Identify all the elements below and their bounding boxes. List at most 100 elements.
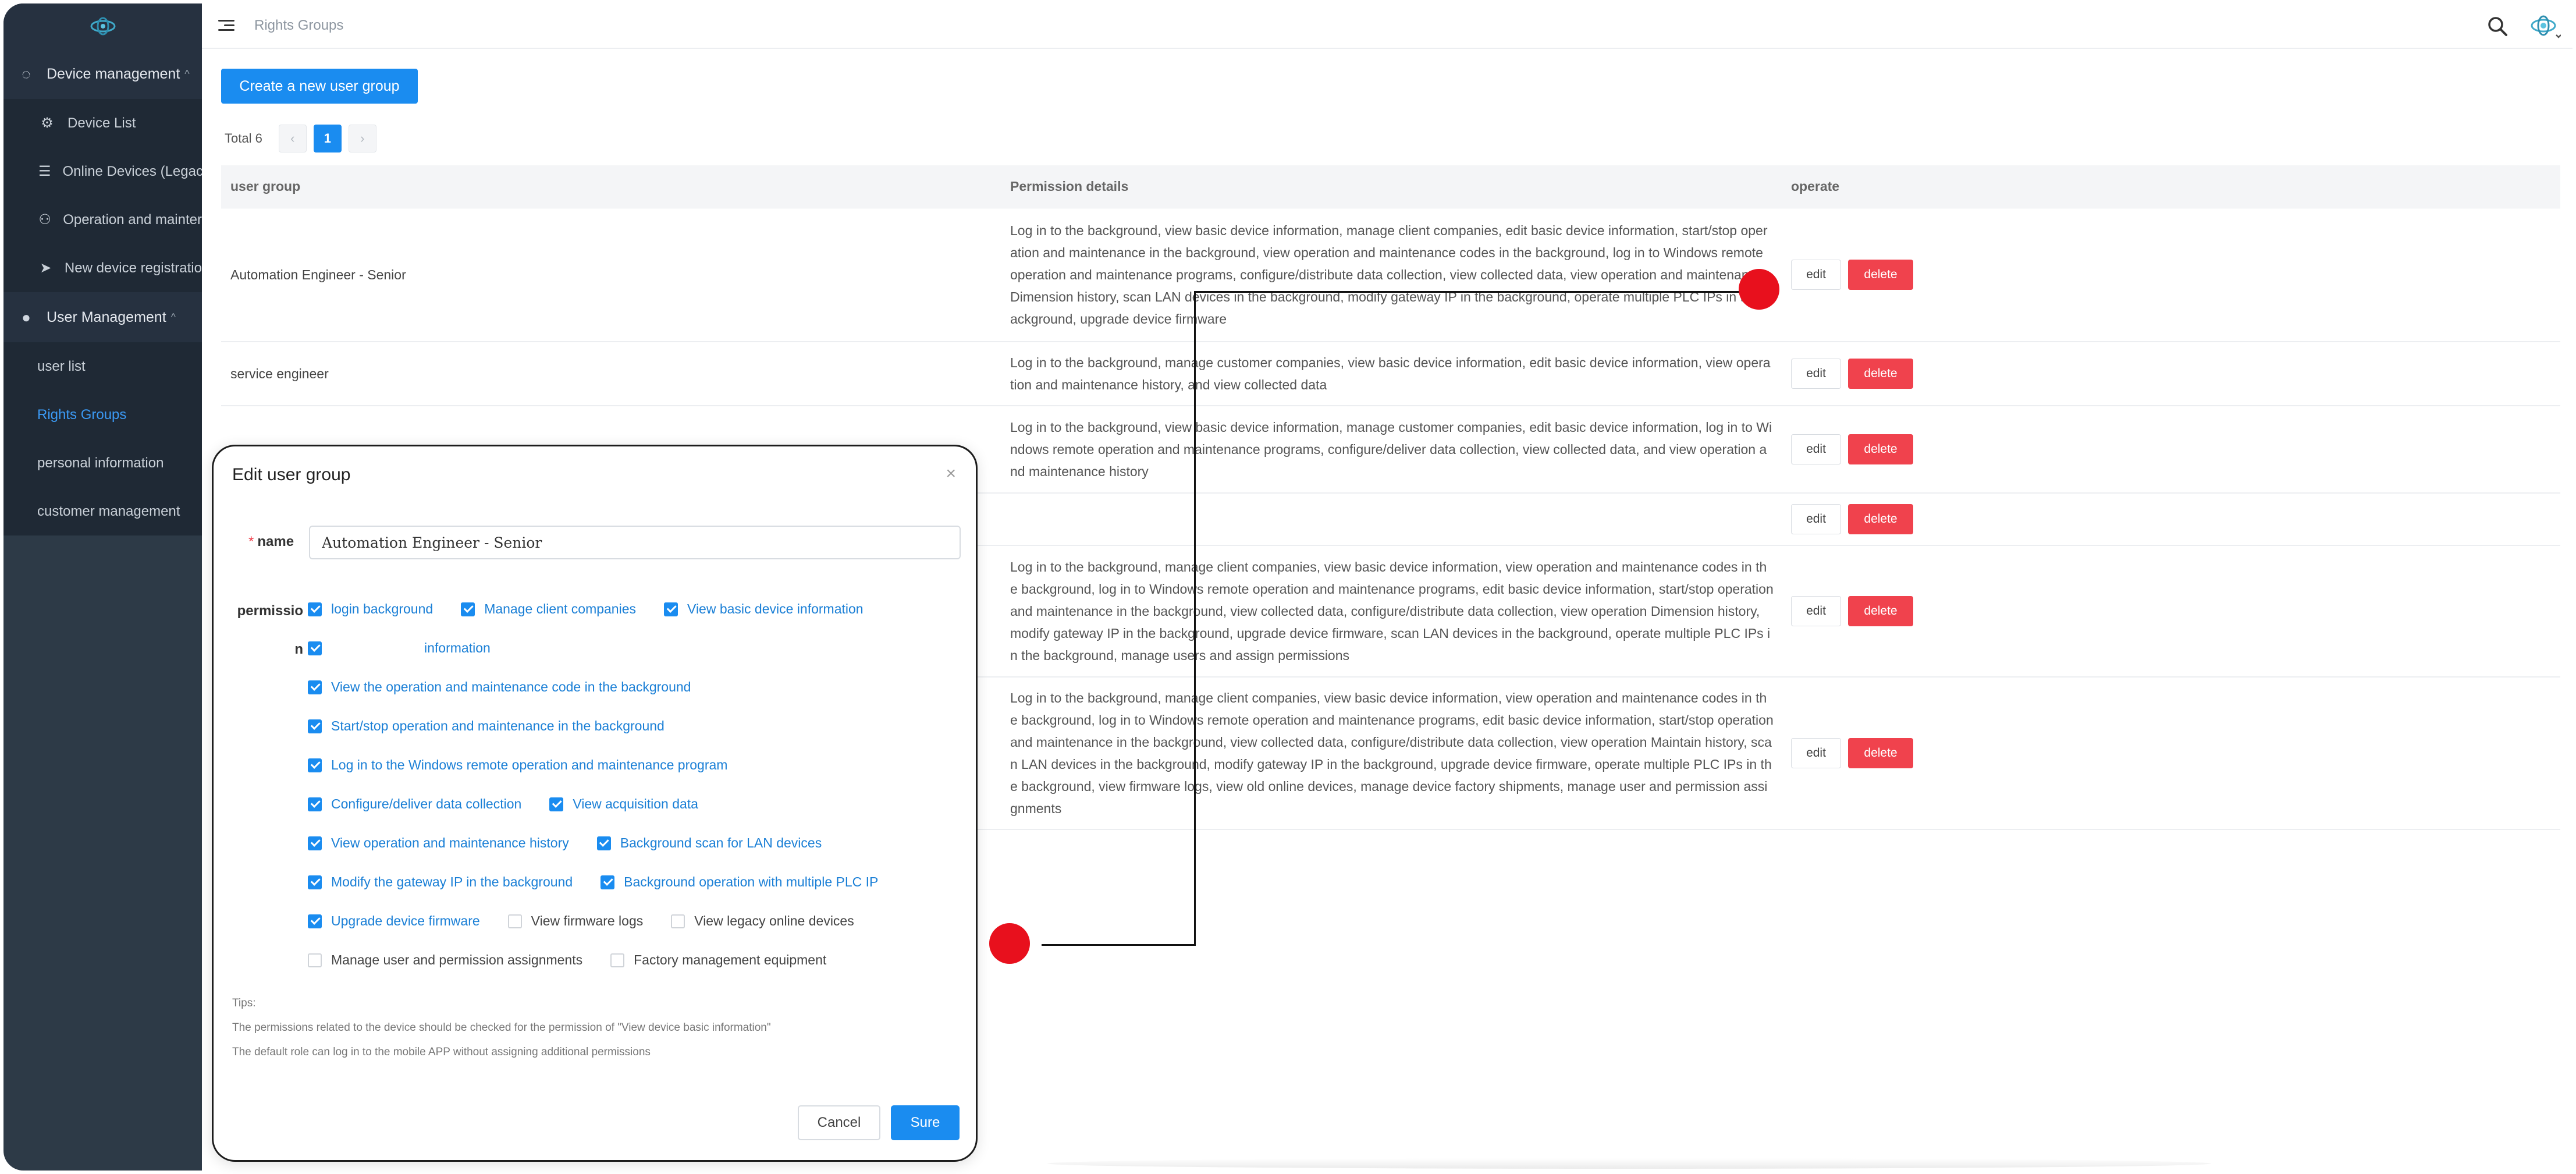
permission-checkbox[interactable]: View acquisition data xyxy=(549,796,698,812)
permission-label-text: Upgrade device firmware xyxy=(331,913,480,928)
cell-operate: edit delete xyxy=(1791,596,2560,626)
checkbox-checked-icon[interactable] xyxy=(308,836,322,850)
annotation-line-horizontal-bottom xyxy=(1042,944,1196,946)
checkbox-checked-icon[interactable] xyxy=(308,758,322,772)
sidebar-item-label: Rights Groups xyxy=(37,406,127,423)
checkbox-checked-icon[interactable] xyxy=(308,641,322,655)
delete-button[interactable]: delete xyxy=(1848,260,1913,290)
sidebar-item[interactable]: customer management xyxy=(3,487,202,535)
sidebar-group-title[interactable]: ◌ Device management ^ xyxy=(3,49,202,99)
close-icon[interactable]: × xyxy=(946,464,956,484)
permission-label-text: login background xyxy=(331,601,434,616)
permission-row: information xyxy=(308,629,960,668)
app-logo[interactable] xyxy=(3,3,202,49)
permission-checkbox[interactable]: information xyxy=(308,640,491,656)
sidebar-item[interactable]: Rights Groups xyxy=(3,391,202,439)
permission-checkbox[interactable]: Start/stop operation and maintenance in … xyxy=(308,718,665,734)
delete-button[interactable]: delete xyxy=(1848,738,1913,768)
permission-checkbox[interactable]: Configure/deliver data collection xyxy=(308,796,521,812)
delete-button[interactable]: delete xyxy=(1848,359,1913,389)
delete-button[interactable]: delete xyxy=(1848,434,1913,464)
permission-checkbox[interactable]: View basic device information xyxy=(664,601,864,617)
annotation-line-horizontal-top xyxy=(1194,291,1758,293)
permission-checkbox[interactable]: Manage user and permission assignments xyxy=(308,952,582,968)
permission-checkbox[interactable]: View firmware logs xyxy=(507,913,644,929)
permission-label-text: Background scan for LAN devices xyxy=(620,835,822,850)
cell-permission-details: Log in to the background, view basic dev… xyxy=(1010,223,1770,327)
user-icon: ● xyxy=(22,308,31,326)
edit-button[interactable]: edit xyxy=(1791,260,1841,290)
permission-label-text: Modify the gateway IP in the background xyxy=(331,874,573,889)
permission-checkbox[interactable]: Background scan for LAN devices xyxy=(596,835,822,851)
avatar[interactable] xyxy=(2531,14,2561,40)
delete-button[interactable]: delete xyxy=(1848,596,1913,626)
permission-checkbox[interactable]: View the operation and maintenance code … xyxy=(308,679,691,695)
chevron-up-icon: ^ xyxy=(184,68,190,80)
pagination-prev-button[interactable]: ‹ xyxy=(278,125,307,152)
cell-operate: edit delete xyxy=(1791,738,2560,768)
checkbox-unchecked-icon[interactable] xyxy=(610,953,625,967)
sidebar-item[interactable]: user list xyxy=(3,342,202,391)
checkbox-checked-icon[interactable] xyxy=(664,602,678,616)
edit-button[interactable]: edit xyxy=(1791,738,1841,768)
pagination-next-button[interactable]: › xyxy=(348,125,376,152)
checkbox-unchecked-icon[interactable] xyxy=(671,914,685,928)
permission-checkbox-group: login background Manage client companies V… xyxy=(308,590,960,980)
checkbox-unchecked-icon[interactable] xyxy=(308,953,322,967)
table-row: Automation Engineer - Senior Log in to th… xyxy=(221,208,2560,342)
redacted-label xyxy=(331,641,424,655)
permission-checkbox[interactable]: Manage client companies xyxy=(461,601,636,617)
checkbox-checked-icon[interactable] xyxy=(601,875,615,889)
edit-button[interactable]: edit xyxy=(1791,504,1841,534)
checkbox-checked-icon[interactable] xyxy=(308,797,322,811)
top-header: Rights Groups xyxy=(202,3,2573,49)
create-user-group-button[interactable]: Create a new user group xyxy=(221,69,418,104)
permission-checkbox[interactable]: Background operation with multiple PLC I… xyxy=(601,874,878,890)
chip-icon: ◌ xyxy=(22,65,31,83)
checkbox-checked-icon[interactable] xyxy=(308,719,322,733)
cancel-button[interactable]: Cancel xyxy=(798,1105,880,1140)
sidebar-item-label: personal information xyxy=(37,455,164,471)
permission-label-text: Manage user and permission assignments xyxy=(331,952,583,967)
permission-checkbox[interactable]: Log in to the Windows remote operation a… xyxy=(308,757,727,773)
permission-label-text: View firmware logs xyxy=(531,913,644,928)
delete-button[interactable]: delete xyxy=(1848,504,1913,534)
checkbox-checked-icon[interactable] xyxy=(308,914,322,928)
checkbox-checked-icon[interactable] xyxy=(308,602,322,616)
sidebar-item[interactable]: ➤ New device registratio xyxy=(3,244,202,292)
permission-checkbox[interactable]: View legacy online devices xyxy=(671,913,854,929)
permission-checkbox[interactable]: View operation and maintenance history xyxy=(308,835,569,851)
sidebar-group-title[interactable]: ● User Management ^ xyxy=(3,292,202,342)
checkbox-checked-icon[interactable] xyxy=(461,602,475,616)
permission-checkbox[interactable]: Upgrade device firmware xyxy=(308,913,480,929)
edit-button[interactable]: edit xyxy=(1791,434,1841,464)
sure-button[interactable]: Sure xyxy=(891,1105,960,1140)
list-icon: ☰ xyxy=(38,164,51,179)
checkbox-checked-icon[interactable] xyxy=(549,797,564,811)
sidebar-item-label: New device registratio xyxy=(64,260,202,276)
cell-permission-details: Log in to the background, manage client … xyxy=(1010,690,1774,816)
edit-user-group-dialog: Edit user group × *name permissio n logi… xyxy=(212,445,978,1162)
sidebar-item[interactable]: personal information xyxy=(3,439,202,487)
permission-checkbox[interactable]: login background xyxy=(308,601,433,617)
sidebar-item[interactable]: ⚙ Device List xyxy=(3,99,202,147)
breadcrumb[interactable]: Rights Groups xyxy=(254,17,343,34)
checkbox-unchecked-icon[interactable] xyxy=(507,914,522,928)
edit-button[interactable]: edit xyxy=(1791,359,1841,389)
sidebar-item[interactable]: ☰ Online Devices (Legac xyxy=(3,147,202,196)
checkbox-checked-icon[interactable] xyxy=(308,875,322,889)
permission-checkbox[interactable]: Modify the gateway IP in the background xyxy=(308,874,573,890)
sidebar-item[interactable]: ⚇ Operation and mainter xyxy=(3,196,202,244)
checkbox-checked-icon[interactable] xyxy=(308,680,322,694)
cell-permission-details: Log in to the background, manage client … xyxy=(1010,559,1774,663)
edit-button[interactable]: edit xyxy=(1791,596,1841,626)
name-input[interactable] xyxy=(309,526,961,559)
checkbox-checked-icon[interactable] xyxy=(596,836,611,850)
column-header-user-group: user group xyxy=(230,179,301,194)
sidebar-item-label: Operation and mainter xyxy=(63,211,202,228)
pagination-page-button[interactable]: 1 xyxy=(313,125,342,152)
menu-toggle-icon[interactable] xyxy=(218,19,234,33)
search-icon[interactable] xyxy=(2486,15,2510,38)
sidebar-group-label: Device management xyxy=(47,65,180,82)
permission-checkbox[interactable]: Factory management equipment xyxy=(610,952,826,968)
